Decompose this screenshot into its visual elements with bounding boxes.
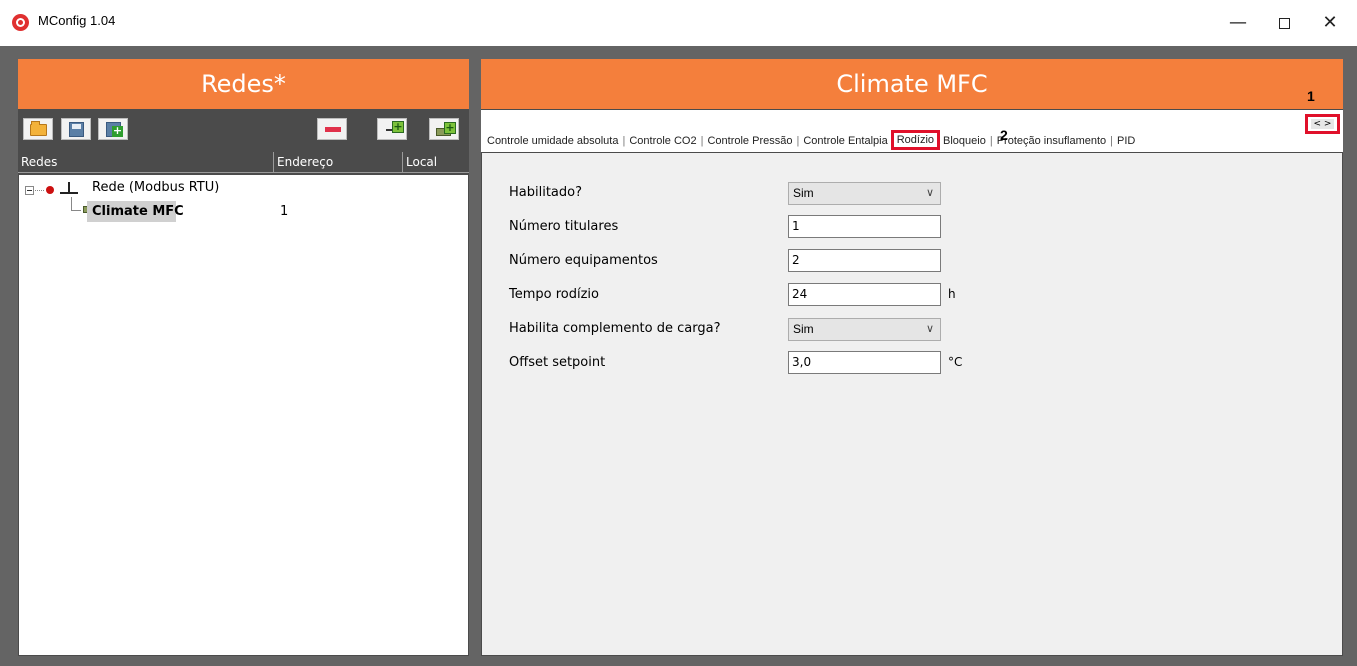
habilitado-select[interactable]: Sim ∨ — [788, 182, 941, 205]
tab-controle-co2[interactable]: Controle CO2 — [628, 135, 697, 147]
tab-scroll-buttons[interactable]: < > — [1305, 114, 1340, 134]
status-dot-icon — [46, 186, 54, 194]
habilita-complemento-select[interactable]: Sim ∨ — [788, 318, 941, 341]
tempo-rodizio-unit: h — [948, 287, 956, 301]
remove-icon — [325, 127, 341, 132]
tab-bloqueio[interactable]: Bloqueio — [942, 135, 987, 147]
add-network-button[interactable] — [377, 118, 407, 140]
open-button[interactable] — [23, 118, 53, 140]
tab-controle-pressao[interactable]: Controle Pressão — [706, 135, 793, 147]
habilitado-label: Habilitado? — [509, 185, 582, 200]
title-bar: MConfig 1.04 — ✕ — [0, 0, 1357, 46]
tree-item-network[interactable]: Rede (Modbus RTU) — [92, 180, 219, 195]
save-as-icon — [106, 122, 123, 137]
habilita-complemento-value: Sim — [793, 322, 814, 336]
app-window: MConfig 1.04 — ✕ Redes* + + + Redes Ende… — [0, 0, 1357, 666]
tab-separator: | — [1110, 135, 1114, 147]
tab-controle-entalpia[interactable]: Controle Entalpia — [802, 135, 888, 147]
tab-list: Controle umidade absoluta | Controle CO2 | C… — [486, 130, 1136, 150]
chevron-down-icon: ∨ — [925, 323, 934, 335]
save-button[interactable] — [61, 118, 91, 140]
column-endereco[interactable]: Endereço — [274, 152, 403, 173]
numero-equipamentos-input[interactable]: 2 — [788, 249, 941, 272]
tab-rodizio[interactable]: Rodízio — [890, 130, 941, 150]
network-icon — [60, 182, 78, 196]
tab-controle-umidade[interactable]: Controle umidade absoluta — [486, 135, 619, 147]
network-tree: Rede (Modbus RTU) Climate MFC 1 — [19, 175, 468, 655]
offset-setpoint-input[interactable]: 3,0 — [788, 351, 941, 374]
remove-button[interactable] — [317, 118, 347, 140]
client-area: Redes* Redes Endereço Local — [0, 46, 1357, 666]
collapse-icon[interactable] — [25, 186, 34, 195]
tree-item-device-address: 1 — [280, 204, 289, 219]
habilita-complemento-label: Habilita complemento de carga? — [509, 321, 721, 336]
tab-pid[interactable]: PID — [1116, 135, 1136, 147]
annotation-2: 2 — [1000, 127, 1008, 143]
rodizio-form: 2 Habilitado? Sim ∨ Número titulares 1 N… — [482, 127, 1342, 655]
column-local[interactable]: Local — [403, 152, 469, 173]
add-device-button[interactable] — [429, 118, 459, 140]
networks-panel: Redes* Redes Endereço Local — [18, 59, 469, 656]
annotation-1: 1 — [1307, 88, 1315, 104]
numero-titulares-label: Número titulares — [509, 219, 619, 234]
tab-separator: | — [989, 135, 993, 147]
offset-setpoint-label: Offset setpoint — [509, 355, 606, 370]
app-logo-icon — [12, 14, 29, 31]
maximize-icon — [1278, 17, 1290, 29]
minimize-button[interactable]: — — [1215, 8, 1261, 38]
maximize-button[interactable] — [1261, 8, 1307, 38]
tree-item-device[interactable]: Climate MFC — [92, 204, 184, 219]
device-panel: Climate MFC 1 < > Controle umidade absol… — [481, 59, 1343, 656]
tempo-rodizio-label: Tempo rodízio — [509, 287, 599, 302]
networks-panel-title: Redes* — [18, 59, 469, 109]
offset-setpoint-unit: °C — [948, 355, 963, 369]
save-as-button[interactable] — [98, 118, 128, 140]
tab-scroll-arrows-icon[interactable]: < > — [1311, 119, 1334, 129]
tab-separator: | — [622, 135, 626, 147]
tree-column-header: Redes Endereço Local — [18, 152, 469, 173]
tree-connector — [35, 190, 44, 191]
chevron-down-icon: ∨ — [925, 187, 934, 199]
numero-equipamentos-label: Número equipamentos — [509, 253, 658, 268]
tree-connector — [71, 197, 72, 210]
add-device-icon — [436, 122, 456, 137]
tab-separator: | — [700, 135, 704, 147]
add-network-icon — [384, 121, 404, 138]
tab-strip: 1 < > Controle umidade absoluta | Controle… — [481, 88, 1343, 152]
tempo-rodizio-input[interactable]: 24 — [788, 283, 941, 306]
save-icon — [69, 122, 84, 137]
column-redes[interactable]: Redes — [18, 152, 274, 173]
numero-titulares-input[interactable]: 1 — [788, 215, 941, 238]
window-title: MConfig 1.04 — [38, 13, 116, 28]
close-button[interactable]: ✕ — [1307, 8, 1353, 38]
open-folder-icon — [30, 121, 47, 136]
habilitado-value: Sim — [793, 186, 814, 200]
tree-connector — [71, 210, 81, 211]
tab-separator: | — [796, 135, 800, 147]
tab-protecao-insuflamento[interactable]: Proteção insuflamento — [996, 135, 1107, 147]
device-panel-title: Climate MFC — [481, 59, 1343, 109]
